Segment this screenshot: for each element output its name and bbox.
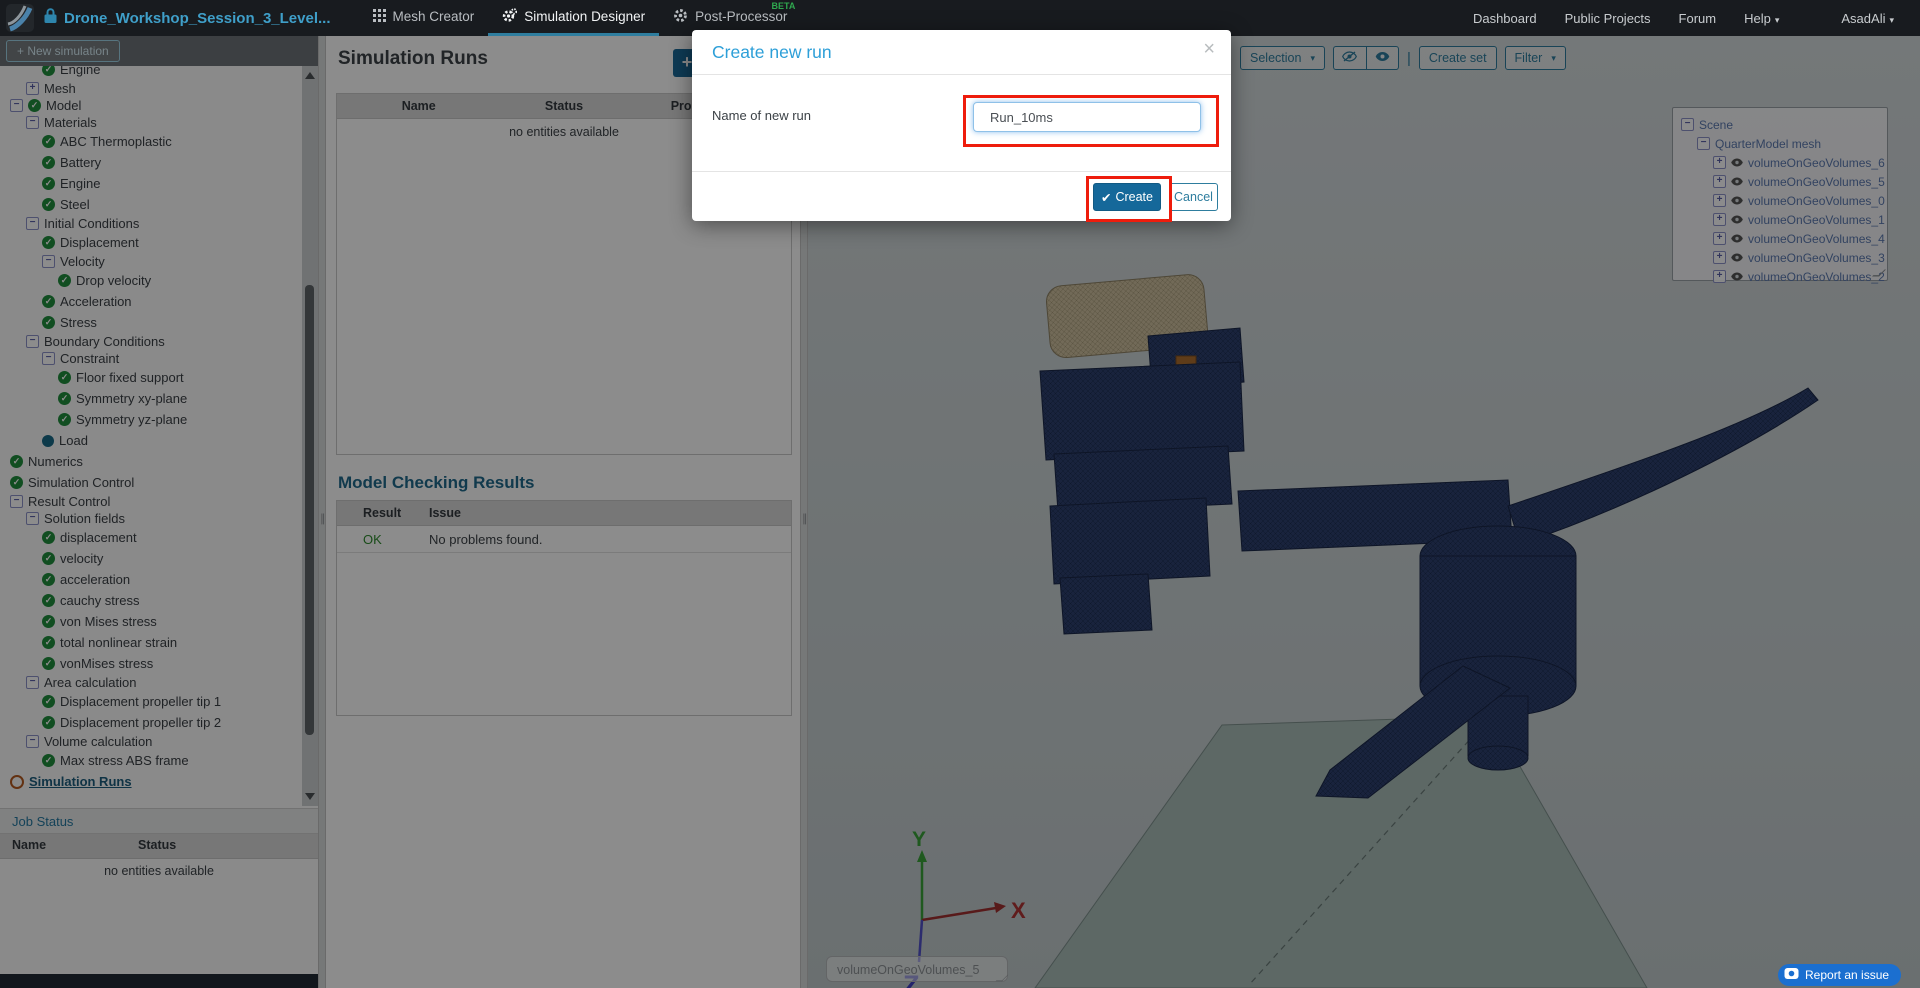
dialog-body: Name of new run (692, 75, 1231, 171)
grid-icon (372, 8, 386, 25)
simscale-workbench: { "header": { "project_title": "Drone_Wo… (0, 0, 1920, 988)
run-name-input[interactable] (973, 102, 1201, 132)
dialog-footer: ✔ Create Cancel (692, 171, 1231, 222)
forum-link[interactable]: Forum (1679, 11, 1717, 26)
create-button[interactable]: ✔ Create (1093, 183, 1161, 211)
dashboard-link[interactable]: Dashboard (1473, 11, 1537, 26)
camera-icon (1784, 967, 1799, 983)
project-info: Drone_Workshop_Session_3_Level... (44, 7, 331, 29)
report-issue-button[interactable]: Report an issue (1778, 964, 1902, 986)
gear-icon (673, 8, 688, 26)
dialog-title: Create new run (712, 42, 832, 62)
caret-down-icon: ▾ (1774, 14, 1780, 25)
tab-label: Simulation Designer (524, 9, 646, 24)
lock-icon (44, 7, 57, 29)
project-title[interactable]: Drone_Workshop_Session_3_Level... (64, 10, 331, 27)
tab-simulation-designer[interactable]: Simulation Designer (488, 0, 660, 36)
caret-down-icon: ▾ (1889, 14, 1894, 25)
simscale-logo-icon[interactable] (6, 4, 34, 32)
close-icon[interactable]: × (1203, 38, 1215, 61)
dialog-header: Create new run × (692, 30, 1231, 75)
user-menu[interactable]: AsadAli ▾ (1841, 11, 1894, 26)
help-menu[interactable]: Help ▾ (1744, 11, 1779, 26)
check-icon: ✔ (1100, 190, 1112, 205)
run-name-label: Name of new run (712, 108, 811, 123)
tab-label: Post-Processor (695, 9, 788, 24)
tab-mesh-creator[interactable]: Mesh Creator (359, 0, 489, 36)
header-links: Dashboard Public Projects Forum Help ▾ As… (1473, 11, 1894, 26)
tab-label: Mesh Creator (392, 9, 475, 24)
gears-icon (502, 7, 518, 26)
cancel-button[interactable]: Cancel (1169, 183, 1218, 211)
create-run-dialog: Create new run × Name of new run ✔ Creat… (692, 30, 1231, 222)
public-projects-link[interactable]: Public Projects (1565, 11, 1651, 26)
beta-badge: BETA (771, 1, 796, 11)
